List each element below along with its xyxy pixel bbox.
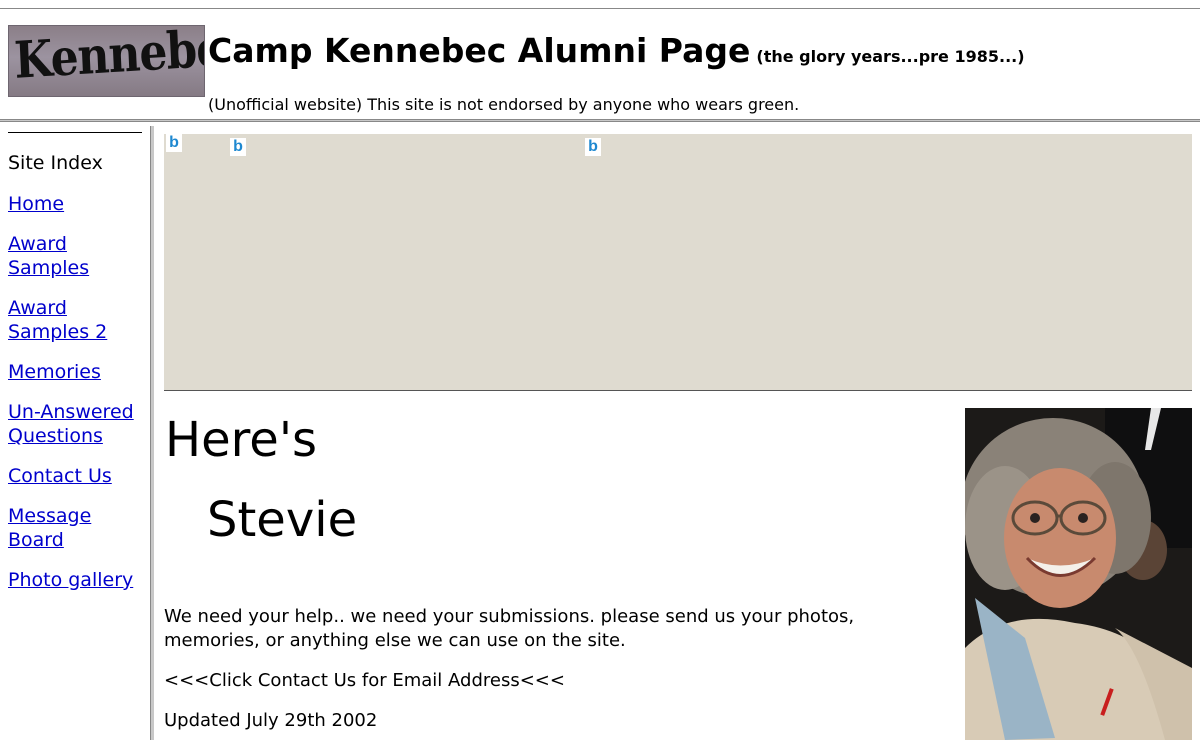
stevie-portrait xyxy=(965,408,1192,740)
site-nav: Home Award Samples Award Samples 2 Memor… xyxy=(8,192,146,608)
site-title: Camp Kennebec Alumni Page (the glory year… xyxy=(208,31,1025,70)
nav-link-message-board[interactable]: Message Board xyxy=(8,504,146,552)
page-header: Kennebec Camp Kennebec Alumni Page (the g… xyxy=(0,9,1200,119)
kennebec-logo: Kennebec xyxy=(8,25,205,97)
updated-date-text: Updated July 29th 2002 xyxy=(164,710,378,731)
header-divider xyxy=(0,119,1200,122)
site-title-text: Camp Kennebec Alumni Page xyxy=(208,31,751,70)
sidebar-rule xyxy=(8,132,142,133)
nav-link-award-samples[interactable]: Award Samples xyxy=(8,232,146,280)
greeting-line-1: Here's xyxy=(165,412,318,468)
nav-link-home[interactable]: Home xyxy=(8,192,146,216)
disclaimer-text: (Unofficial website) This site is not en… xyxy=(208,95,800,114)
sidebar-divider xyxy=(150,126,154,740)
site-subtitle: (the glory years...pre 1985...) xyxy=(756,47,1025,66)
nav-link-award-samples-2[interactable]: Award Samples 2 xyxy=(8,296,146,344)
stevie-photo xyxy=(965,408,1192,740)
broken-image-icon[interactable]: b xyxy=(585,138,601,156)
nav-link-contact-us[interactable]: Contact Us xyxy=(8,464,146,488)
nav-link-unanswered-questions[interactable]: Un-Answered Questions xyxy=(8,400,146,448)
nav-link-memories[interactable]: Memories xyxy=(8,360,146,384)
broken-image-icon[interactable]: b xyxy=(166,134,182,152)
logo-text: Kennebec xyxy=(13,25,205,91)
nav-link-photo-gallery[interactable]: Photo gallery xyxy=(8,568,146,592)
site-index-sidebar: Site Index Home Award Samples Award Samp… xyxy=(0,126,150,740)
sidebar-heading: Site Index xyxy=(8,152,103,174)
ad-banner: b b b xyxy=(164,134,1192,391)
greeting-line-2: Stevie xyxy=(207,492,358,548)
broken-image-icon[interactable]: b xyxy=(230,138,246,156)
submission-request-text: We need your help.. we need your submiss… xyxy=(164,606,855,651)
contact-hint-text: <<<Click Contact Us for Email Address<<< xyxy=(164,670,565,691)
